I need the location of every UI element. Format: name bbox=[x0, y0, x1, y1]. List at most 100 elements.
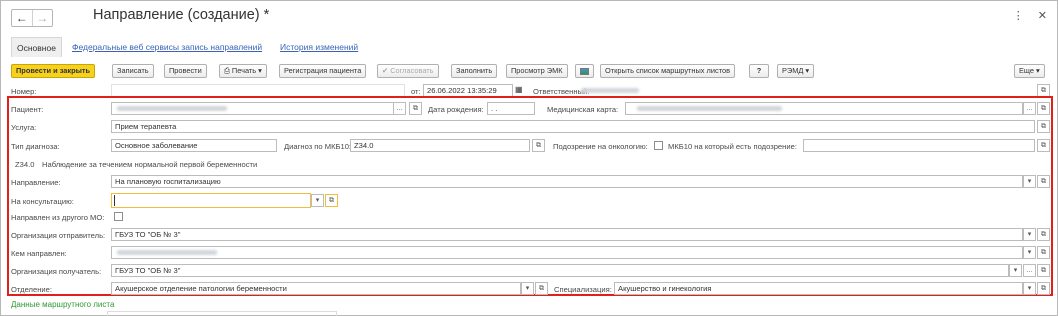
consult-label: На консультацию: bbox=[11, 197, 74, 206]
select-icon[interactable]: … bbox=[393, 102, 406, 115]
open-icon[interactable]: ⧉ bbox=[1037, 175, 1050, 188]
open-icon[interactable]: ⧉ bbox=[1037, 264, 1050, 277]
from-other-label: Направлен из другого МО: bbox=[11, 213, 105, 222]
more-label: Еще bbox=[1019, 66, 1035, 75]
open-icon[interactable]: ⧉ bbox=[535, 282, 548, 295]
open-icon[interactable]: ⧉ bbox=[1037, 102, 1050, 115]
chevron-down-icon[interactable]: ▾ bbox=[1009, 264, 1022, 277]
open-icon[interactable]: ⧉ bbox=[1037, 228, 1050, 241]
onco-mkb-field[interactable] bbox=[803, 139, 1035, 152]
post-and-close-button[interactable]: Провести и закрыть bbox=[11, 64, 96, 78]
service-field[interactable]: Прием терапевта bbox=[111, 120, 1035, 133]
select-icon[interactable]: … bbox=[1023, 102, 1036, 115]
open-icon[interactable]: ⧉ bbox=[1037, 282, 1050, 295]
open-icon[interactable]: ⧉ bbox=[1037, 139, 1050, 152]
chevron-down-icon: ▾ bbox=[258, 66, 262, 75]
directed-by-field[interactable] bbox=[111, 246, 1023, 259]
printer-icon: ⎙ bbox=[224, 66, 230, 75]
route-data-section-link[interactable]: Данные маршрутного листа bbox=[11, 300, 114, 309]
medcard-label: Медицинская карта: bbox=[547, 105, 619, 114]
date-from-label: от: bbox=[411, 87, 421, 96]
chevron-down-icon[interactable]: ▾ bbox=[521, 282, 534, 295]
onco-checkbox[interactable] bbox=[654, 141, 663, 150]
help-label: ? bbox=[756, 66, 762, 75]
patient-label: Пациент: bbox=[11, 105, 44, 114]
text-cursor bbox=[114, 195, 115, 206]
onco-label: Подозрение на онкологию: bbox=[553, 142, 648, 151]
chevron-down-icon[interactable]: ▾ bbox=[1023, 246, 1036, 259]
responsible-value-blurred bbox=[581, 88, 639, 93]
directed-by-label: Кем направлен: bbox=[11, 249, 67, 258]
mkb-label: Диагноз по МКБ10: bbox=[284, 142, 352, 151]
open-icon[interactable]: ⧉ bbox=[1037, 120, 1050, 133]
chevron-down-icon[interactable]: ▾ bbox=[1023, 175, 1036, 188]
diag-text: Наблюдение за течением нормальной первой… bbox=[42, 160, 258, 169]
open-icon[interactable]: ⧉ bbox=[325, 194, 338, 207]
tab-history[interactable]: История изменений bbox=[280, 37, 358, 57]
spec-label: Специализация: bbox=[554, 285, 612, 294]
birth-date-label: Дата рождения: bbox=[428, 105, 484, 114]
post-button[interactable]: Провести bbox=[164, 64, 207, 78]
open-routes-label: Открыть список маршрутных листов bbox=[605, 66, 731, 75]
print-button[interactable]: ⎙ Печать ▾ bbox=[219, 64, 267, 78]
window-title: Направление (создание) * bbox=[93, 7, 270, 23]
help-button[interactable]: ? bbox=[749, 64, 769, 78]
fill-label: Заполнить bbox=[456, 66, 493, 75]
chevron-down-icon[interactable]: ▾ bbox=[1023, 228, 1036, 241]
open-icon[interactable]: ⧉ bbox=[532, 139, 545, 152]
view-emk-label: Просмотр ЭМК bbox=[511, 66, 563, 75]
calendar-icon[interactable]: ▦ bbox=[515, 85, 523, 94]
from-other-checkbox[interactable] bbox=[114, 212, 123, 221]
open-icon[interactable]: ⧉ bbox=[1037, 246, 1050, 259]
arrow-right-icon[interactable]: → bbox=[31, 10, 53, 26]
birth-date-field[interactable]: . . bbox=[487, 102, 535, 115]
org-sender-field[interactable]: ГБУЗ ТО "ОБ № 3" bbox=[111, 228, 1023, 241]
diag-type-field[interactable]: Основное заболевание bbox=[111, 139, 277, 152]
chevron-down-icon: ▾ bbox=[1036, 66, 1040, 75]
image-button[interactable] bbox=[575, 64, 594, 78]
agree-button[interactable]: ✔ Согласовать bbox=[377, 64, 439, 78]
fill-button[interactable]: Заполнить bbox=[451, 64, 498, 78]
medcard-value-blurred bbox=[637, 106, 782, 111]
save-button[interactable]: Записать bbox=[112, 64, 154, 78]
close-icon[interactable]: ✕ bbox=[1038, 9, 1047, 22]
diag-type-label: Тип диагноза: bbox=[11, 142, 60, 151]
direction-field[interactable]: На плановую госпитализацию bbox=[111, 175, 1023, 188]
consult-field[interactable] bbox=[111, 193, 311, 208]
arrow-left-icon[interactable]: ← bbox=[12, 10, 32, 26]
direction-label: Направление: bbox=[11, 178, 61, 187]
more-menu-icon[interactable]: ⋮ bbox=[1013, 9, 1024, 22]
chevron-down-icon[interactable]: ▾ bbox=[1023, 282, 1036, 295]
dept-label: Отделение: bbox=[11, 285, 52, 294]
patient-value-blurred bbox=[117, 106, 227, 111]
select-icon[interactable]: … bbox=[1023, 264, 1036, 277]
post-label: Провести bbox=[169, 66, 202, 75]
chevron-down-icon[interactable]: ▾ bbox=[311, 194, 324, 207]
view-emk-button[interactable]: Просмотр ЭМК bbox=[506, 64, 568, 78]
handshake-icon: ✔ bbox=[382, 66, 389, 75]
register-patient-button[interactable]: Регистрация пациента bbox=[279, 64, 367, 78]
window-controls: ⋮ ✕ bbox=[1013, 9, 1047, 22]
chevron-down-icon: ▾ bbox=[805, 66, 810, 75]
open-routes-button[interactable]: Открыть список маршрутных листов bbox=[600, 64, 736, 78]
tab-main[interactable]: Основное bbox=[11, 37, 62, 57]
service-label: Услуга: bbox=[11, 123, 37, 132]
number-label: Номер: bbox=[11, 87, 37, 96]
save-label: Записать bbox=[117, 66, 149, 75]
spec-field[interactable]: Акушерство и гинекология bbox=[614, 282, 1023, 295]
print-label: Печать bbox=[231, 66, 257, 75]
directed-by-value-blurred bbox=[117, 250, 217, 255]
image-icon bbox=[580, 67, 589, 75]
remd-label: РЭМД bbox=[782, 66, 804, 75]
more-button[interactable]: Еще ▾ bbox=[1014, 64, 1045, 78]
dept-field[interactable]: Акушерское отделение патологии беременно… bbox=[111, 282, 521, 295]
mkb-field[interactable]: Z34.0 bbox=[350, 139, 530, 152]
open-icon[interactable]: ⧉ bbox=[409, 102, 422, 115]
org-receiver-field[interactable]: ГБУЗ ТО "ОБ № 3" bbox=[111, 264, 1009, 277]
register-patient-label: Регистрация пациента bbox=[284, 66, 362, 75]
nav-buttons: ← → bbox=[11, 9, 53, 27]
tab-fed-services[interactable]: Федеральные веб сервисы запись направлен… bbox=[72, 37, 262, 57]
org-sender-label: Организация отправитель: bbox=[11, 231, 106, 240]
diag-code: Z34.0 bbox=[15, 160, 35, 169]
remd-button[interactable]: РЭМД ▾ bbox=[777, 64, 815, 78]
